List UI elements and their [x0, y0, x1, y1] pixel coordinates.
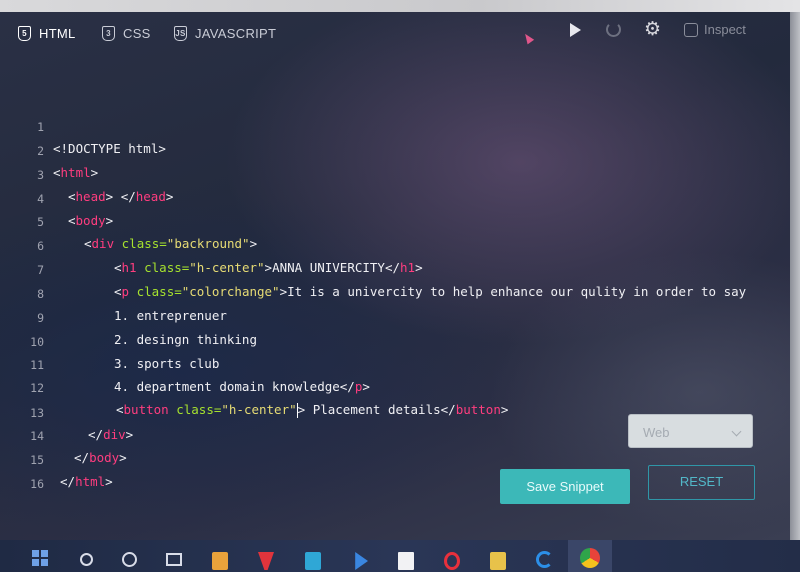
code-text: </html> — [60, 474, 113, 489]
code-line: 3 <head> </head> — [0, 142, 790, 204]
inspect-toggle[interactable]: Inspect — [684, 22, 746, 37]
code-line: 9 2. desingn thinking — [0, 285, 790, 347]
code-line: 8 1. entreprenuer — [0, 261, 790, 323]
code-line: 11 4. department domain knowledge</p> — [0, 332, 790, 394]
opera-icon[interactable] — [444, 552, 460, 570]
css3-icon: 3 — [102, 26, 115, 41]
play-icon[interactable] — [570, 23, 581, 37]
code-line: 1 <!DOCTYPE html> — [0, 94, 790, 156]
refresh-icon[interactable] — [606, 22, 621, 37]
gear-icon[interactable]: ⚙ — [644, 20, 661, 39]
save-snippet-button[interactable]: Save Snippet — [500, 469, 630, 504]
code-line: 6 <h1 class="h-center">ANNA UNIVERCITY</… — [0, 213, 790, 275]
tab-javascript-label: JAVASCRIPT — [195, 26, 277, 41]
tab-javascript[interactable]: JS JAVASCRIPT — [174, 26, 276, 41]
code-line: 12 <button class="h-center"> Placement d… — [0, 355, 790, 418]
line-number: 16 — [30, 477, 44, 491]
monitor-bezel — [0, 0, 800, 12]
tab-html[interactable]: 5 HTML — [18, 26, 76, 41]
chevron-down-icon — [731, 426, 742, 437]
task-view-icon[interactable] — [166, 553, 182, 566]
file-icon[interactable] — [398, 552, 414, 570]
chrome-icon[interactable] — [580, 548, 600, 568]
file-explorer-icon[interactable] — [490, 552, 506, 570]
mode-select-value: Web — [643, 425, 670, 440]
code-line: 13 </div> — [0, 380, 790, 442]
windows-icon[interactable] — [32, 550, 48, 566]
edge-icon[interactable] — [536, 551, 553, 568]
code-line: 5 <div class="backround"> — [0, 189, 790, 251]
mode-select[interactable]: Web — [628, 414, 753, 448]
inspect-label: Inspect — [704, 22, 746, 37]
search-icon[interactable] — [80, 553, 93, 566]
editor-tabbar: 5 HTML 3 CSS JS JAVASCRIPT — [0, 12, 790, 56]
tab-css-label: CSS — [123, 26, 151, 41]
mail-icon[interactable] — [305, 552, 321, 570]
cortana-icon[interactable] — [122, 552, 137, 567]
code-line: 4 <body> — [0, 166, 790, 228]
code-line: 7 <p class="colorchange">It is a univerc… — [0, 237, 790, 299]
monitor-edge — [790, 12, 800, 540]
code-line: 10 3. sports club — [0, 309, 790, 371]
code-line: 2 <html> — [0, 118, 790, 180]
tab-html-label: HTML — [39, 26, 76, 41]
store-icon[interactable] — [212, 552, 228, 570]
html5-icon: 5 — [18, 26, 31, 41]
tab-css[interactable]: 3 CSS — [102, 26, 151, 41]
reset-button[interactable]: RESET — [648, 465, 755, 500]
checkbox-icon[interactable] — [684, 22, 698, 37]
js-icon: JS — [174, 26, 187, 41]
